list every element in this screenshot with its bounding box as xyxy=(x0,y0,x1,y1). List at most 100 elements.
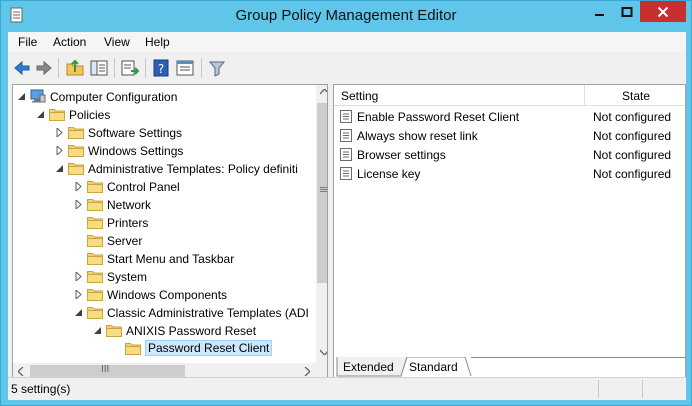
minimize-button[interactable] xyxy=(586,1,613,22)
policy-setting-icon xyxy=(340,148,352,161)
scroll-down-icon[interactable] xyxy=(320,349,328,355)
setting-row[interactable]: Browser settings Not configured xyxy=(334,145,685,164)
collapsed-arrow-icon[interactable] xyxy=(74,272,83,281)
menu-file[interactable]: File xyxy=(18,35,37,49)
filter-icon[interactable] xyxy=(206,57,228,79)
setting-name: Browser settings xyxy=(357,148,446,162)
folder-icon xyxy=(87,181,103,193)
collapsed-arrow-icon[interactable] xyxy=(55,146,64,155)
folder-icon xyxy=(87,307,103,319)
policy-setting-icon xyxy=(340,167,352,180)
menu-help[interactable]: Help xyxy=(145,35,170,49)
status-text: 5 setting(s) xyxy=(11,382,71,396)
menu-view[interactable]: View xyxy=(104,35,130,49)
setting-name: License key xyxy=(357,167,421,181)
status-separator xyxy=(642,380,643,398)
tree-item[interactable]: Administrative Templates: Policy definit… xyxy=(13,160,313,178)
column-header-state[interactable]: State xyxy=(585,85,685,106)
tree-item[interactable]: Computer Configuration xyxy=(13,88,313,106)
close-button[interactable] xyxy=(640,1,686,22)
help-icon[interactable]: ? xyxy=(150,57,172,79)
client-area: File Action View Help ? Computer Configu… xyxy=(8,32,686,400)
toolbar-separator xyxy=(114,58,115,78)
collapsed-arrow-icon[interactable] xyxy=(74,200,83,209)
main-window: Group Policy Management Editor File Acti… xyxy=(0,0,692,406)
tree-pane[interactable]: Computer Configuration Policies Software S… xyxy=(12,84,328,380)
tree-vertical-scroll-thumb[interactable] xyxy=(317,103,327,283)
tree-item[interactable]: System xyxy=(13,268,313,286)
show-hide-tree-icon[interactable] xyxy=(88,57,110,79)
setting-state: Not configured xyxy=(593,167,672,181)
tree-item-label: Control Panel xyxy=(107,180,180,194)
export-list-icon[interactable] xyxy=(119,57,141,79)
expanded-arrow-icon[interactable] xyxy=(36,110,45,119)
toolbar-separator xyxy=(58,58,59,78)
tree-item-label: Network xyxy=(107,198,152,212)
tab-label: Extended xyxy=(343,360,394,374)
tree-item[interactable]: Password Reset Client xyxy=(13,340,313,358)
tree-item[interactable]: Server xyxy=(13,232,313,250)
close-icon xyxy=(657,6,669,17)
expanded-arrow-icon[interactable] xyxy=(55,164,64,173)
tree-item[interactable]: Start Menu and Taskbar xyxy=(13,250,313,268)
expanded-arrow-icon[interactable] xyxy=(17,92,26,101)
folder-icon xyxy=(68,145,84,157)
tree-item[interactable]: Classic Administrative Templates (ADI xyxy=(13,304,313,322)
tree-item[interactable]: Software Settings xyxy=(13,124,313,142)
setting-name: Always show reset link xyxy=(357,129,478,143)
setting-state: Not configured xyxy=(593,110,672,124)
maximize-icon xyxy=(621,6,632,17)
column-header-label: Setting xyxy=(341,89,379,103)
scroll-right-icon[interactable] xyxy=(304,367,310,376)
folder-icon xyxy=(125,343,141,355)
tree-vertical-scrollbar[interactable] xyxy=(316,85,328,363)
tree-item-label: System xyxy=(107,270,148,284)
tree-item[interactable]: ANIXIS Password Reset xyxy=(13,322,313,340)
menu-bar: File Action View Help xyxy=(8,32,686,52)
tab-standard[interactable]: Standard xyxy=(405,357,467,377)
expanded-arrow-icon[interactable] xyxy=(74,308,83,317)
up-folder-icon[interactable] xyxy=(64,57,86,79)
expanded-arrow-icon[interactable] xyxy=(93,326,102,335)
grip-icon xyxy=(320,187,327,192)
scroll-left-icon[interactable] xyxy=(18,367,24,376)
setting-row[interactable]: Always show reset link Not configured xyxy=(334,126,685,145)
tree-item[interactable]: Network xyxy=(13,196,313,214)
folder-icon xyxy=(87,199,103,211)
tab-extended[interactable]: Extended xyxy=(339,357,399,377)
setting-row[interactable]: License key Not configured xyxy=(334,164,685,183)
maximize-button[interactable] xyxy=(613,1,640,22)
tree-item-label: Administrative Templates: Policy definit… xyxy=(88,162,298,176)
forward-icon[interactable] xyxy=(33,57,55,79)
collapsed-arrow-icon[interactable] xyxy=(74,182,83,191)
folder-icon xyxy=(68,127,84,139)
column-header-label: State xyxy=(622,89,651,103)
tree-item-label: Printers xyxy=(107,216,149,230)
setting-state: Not configured xyxy=(593,148,672,162)
setting-state: Not configured xyxy=(593,129,672,143)
tree-item-label: ANIXIS Password Reset xyxy=(126,324,257,338)
collapsed-arrow-icon[interactable] xyxy=(55,128,64,137)
tree-item[interactable]: Windows Components xyxy=(13,286,313,304)
tree-item[interactable]: Windows Settings xyxy=(13,142,313,160)
details-pane[interactable]: Setting State Enable Password Reset Clie… xyxy=(333,84,686,380)
tree-item[interactable]: Printers xyxy=(13,214,313,232)
tree-item[interactable]: Policies xyxy=(13,106,313,124)
grip-icon: III xyxy=(101,364,110,375)
folder-icon xyxy=(49,109,65,121)
tree-item[interactable]: Control Panel xyxy=(13,178,313,196)
tree-item-label: Software Settings xyxy=(88,126,183,140)
column-header-setting[interactable]: Setting xyxy=(334,85,585,106)
tree-item-label: Policies xyxy=(69,108,111,122)
menu-action[interactable]: Action xyxy=(53,35,86,49)
folder-icon xyxy=(87,217,103,229)
tree-item-label: Windows Settings xyxy=(88,144,184,158)
collapsed-arrow-icon[interactable] xyxy=(74,290,83,299)
scroll-up-icon[interactable] xyxy=(320,89,328,95)
setting-row[interactable]: Enable Password Reset Client Not configur… xyxy=(334,107,685,126)
title-bar[interactable]: Group Policy Management Editor xyxy=(1,1,691,32)
folder-icon xyxy=(87,235,103,247)
properties-icon[interactable] xyxy=(174,57,196,79)
back-icon[interactable] xyxy=(11,57,33,79)
tree-item-label: Computer Configuration xyxy=(50,90,178,104)
